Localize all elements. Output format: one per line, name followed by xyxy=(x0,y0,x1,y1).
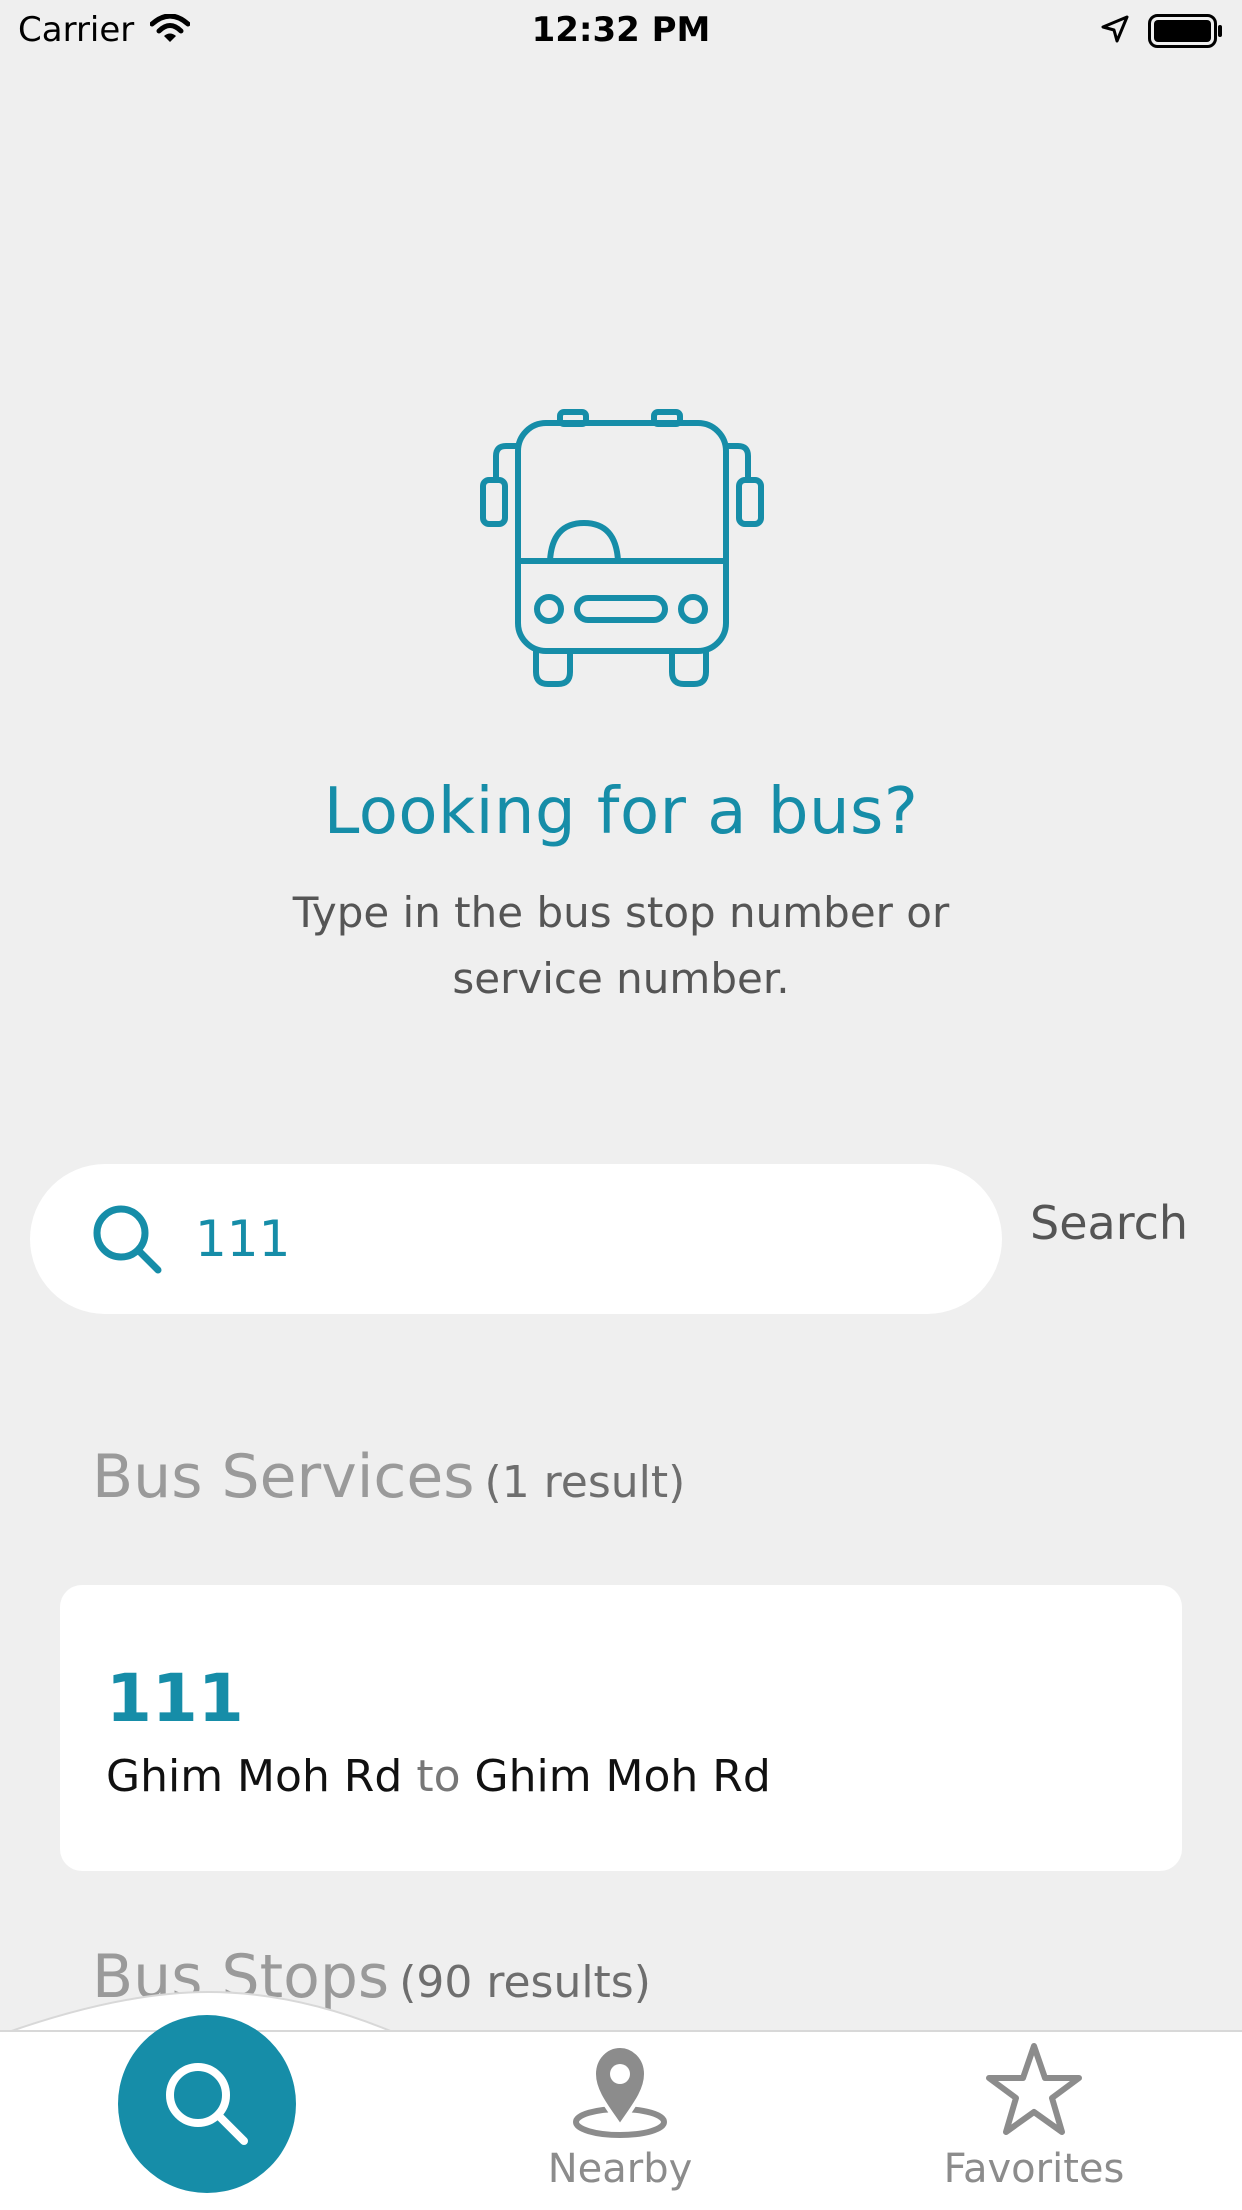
route-connector: to xyxy=(416,1751,461,1802)
bus-icon xyxy=(480,409,764,687)
bus-services-header: Bus Services (1 result) xyxy=(92,1442,685,1512)
route-origin: Ghim Moh Rd xyxy=(106,1751,403,1802)
hero-subtitle: Type in the bus stop number or service n… xyxy=(292,888,950,1003)
location-arrow-icon xyxy=(1101,15,1129,43)
tab-search[interactable] xyxy=(118,2015,296,2193)
status-time: 12:32 PM xyxy=(531,10,711,50)
status-bar: Carrier 12:32 PM xyxy=(0,0,1242,60)
search-icon xyxy=(93,1205,162,1274)
hero-title: Looking for a bus? xyxy=(323,775,919,849)
map-pin-icon xyxy=(573,2043,667,2138)
service-route: Ghim Moh Rd to Ghim Moh Rd xyxy=(106,1751,771,1802)
tab-favorites[interactable]: Favorites xyxy=(914,2040,1154,2192)
tab-favorites-label: Favorites xyxy=(943,2146,1125,2192)
tab-nearby[interactable]: Nearby xyxy=(500,2040,740,2192)
service-number: 111 xyxy=(106,1660,244,1737)
star-icon xyxy=(986,2043,1082,2135)
search-icon xyxy=(166,2063,248,2145)
bus-stops-count: (90 results) xyxy=(399,1957,651,2008)
route-destination: Ghim Moh Rd xyxy=(474,1751,771,1802)
tab-nearby-label: Nearby xyxy=(547,2146,693,2192)
bus-services-title: Bus Services xyxy=(92,1442,475,1512)
bus-service-card[interactable]: 111 Ghim Moh Rd to Ghim Moh Rd xyxy=(60,1585,1182,1871)
search-box[interactable] xyxy=(30,1164,1002,1314)
search-button[interactable]: Search xyxy=(1030,1196,1188,1250)
battery-icon xyxy=(1148,14,1222,48)
search-input[interactable] xyxy=(195,1194,955,1284)
bus-services-count: (1 result) xyxy=(484,1457,686,1508)
